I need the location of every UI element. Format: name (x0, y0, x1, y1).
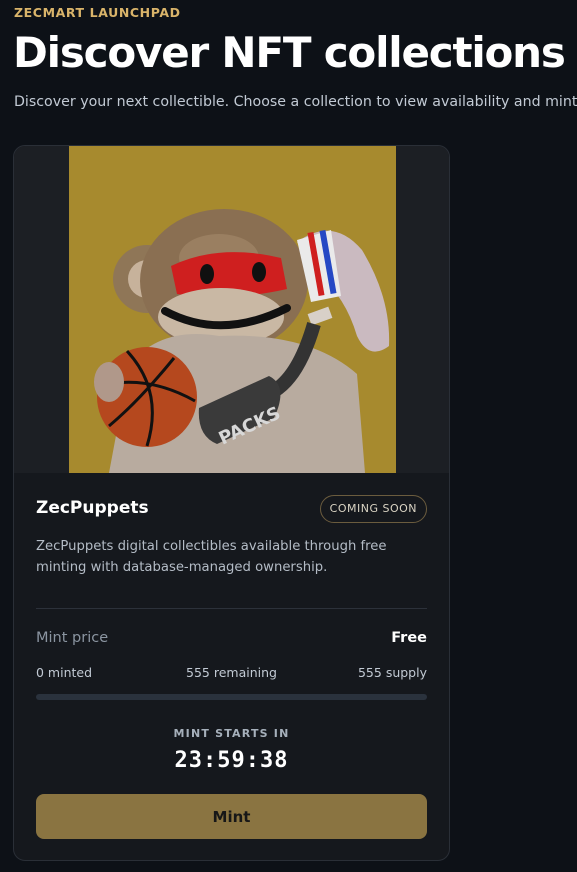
status-badge: COMING SOON (319, 495, 427, 523)
countdown-label: MINT STARTS IN (173, 727, 290, 740)
mint-progress-bar (36, 694, 427, 700)
mint-price-value: Free (391, 630, 427, 646)
launchpad-page: ZECMART LAUNCHPAD Discover NFT collectio… (0, 0, 577, 872)
supply-count: 555 supply (357, 665, 427, 680)
remaining-count: 555 remaining (186, 665, 277, 680)
collection-name: ZecPuppets (36, 498, 149, 518)
page-title: Discover NFT collections (13, 28, 566, 77)
collection-image: PACKS (69, 146, 396, 473)
collection-card[interactable]: PACKS ZecPuppets COMING SOON ZecPuppets … (13, 145, 450, 861)
collection-image-frame: PACKS (14, 146, 449, 473)
supply-stats: 0 minted 555 remaining 555 supply (36, 665, 427, 683)
mint-button[interactable]: Mint (36, 794, 427, 839)
countdown-timer: 23:59:38 (174, 748, 289, 773)
page-subtitle: Discover your next collectible. Choose a… (14, 94, 577, 110)
brand-eyebrow: ZECMART LAUNCHPAD (14, 5, 181, 20)
divider (36, 608, 427, 609)
collection-description: ZecPuppets digital collectibles availabl… (36, 539, 387, 575)
mint-price-label: Mint price (36, 630, 109, 646)
minted-count: 0 minted (36, 665, 93, 680)
